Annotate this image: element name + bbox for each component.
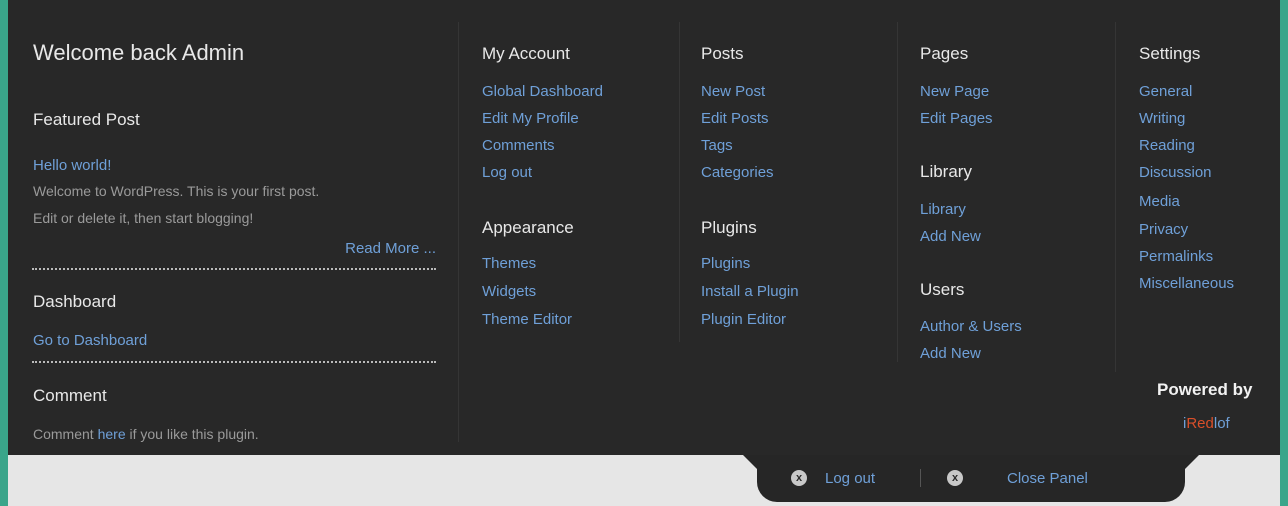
tab-logout-button[interactable]: x Log out [791, 465, 875, 491]
comment-here-link[interactable]: here [98, 426, 126, 442]
divider [32, 361, 436, 363]
powered-by-label: Powered by [1157, 380, 1253, 399]
dashboard-heading: Dashboard [33, 292, 117, 311]
brand-red: Red [1186, 415, 1214, 432]
admin-panel: Welcome back Admin Featured Post Hello w… [8, 0, 1280, 455]
comments-link[interactable]: Comments [482, 137, 555, 154]
plugins-link[interactable]: Plugins [701, 255, 750, 272]
pages-heading: Pages [920, 44, 969, 63]
discussion-link[interactable]: Discussion [1139, 164, 1212, 181]
close-panel-label: Close Panel [1007, 469, 1088, 487]
library-link[interactable]: Library [920, 201, 966, 218]
edit-pages-link[interactable]: Edit Pages [920, 110, 993, 127]
library-add-new-link[interactable]: Add New [920, 228, 981, 245]
read-more-link[interactable]: Read More ... [345, 240, 436, 257]
go-to-dashboard-link[interactable]: Go to Dashboard [33, 332, 147, 349]
categories-link[interactable]: Categories [701, 164, 774, 181]
plugins-heading: Plugins [701, 218, 757, 237]
iredlof-logo[interactable]: iRedlof [1183, 415, 1230, 432]
permalinks-link[interactable]: Permalinks [1139, 248, 1213, 265]
widgets-link[interactable]: Widgets [482, 283, 536, 300]
install-plugin-link[interactable]: Install a Plugin [701, 283, 799, 300]
author-users-link[interactable]: Author & Users [920, 318, 1022, 335]
column-separator [679, 22, 680, 342]
theme-editor-link[interactable]: Theme Editor [482, 311, 572, 328]
featured-excerpt-line2: Edit or delete it, then start blogging! [33, 210, 254, 226]
my-account-heading: My Account [482, 44, 570, 63]
featured-post-link[interactable]: Hello world! [33, 157, 111, 174]
welcome-title: Welcome back Admin [33, 40, 245, 65]
settings-heading: Settings [1139, 44, 1201, 63]
users-heading: Users [920, 280, 965, 299]
tab-logout-label: Log out [825, 469, 876, 487]
comment-text: Comment here if you like this plugin. [33, 426, 259, 442]
themes-link[interactable]: Themes [482, 255, 536, 272]
general-link[interactable]: General [1139, 83, 1192, 100]
media-link[interactable]: Media [1139, 193, 1180, 210]
column-separator [458, 22, 459, 442]
privacy-link[interactable]: Privacy [1139, 221, 1188, 238]
brand-lof: lof [1213, 415, 1230, 432]
comment-suffix: if you like this plugin. [125, 426, 259, 442]
appearance-heading: Appearance [482, 218, 574, 237]
column-separator [897, 22, 898, 362]
new-post-link[interactable]: New Post [701, 83, 765, 100]
column-separator [1115, 22, 1116, 372]
comment-prefix: Comment [33, 426, 98, 442]
divider [32, 268, 436, 270]
featured-excerpt-line1: Welcome to WordPress. This is your first… [33, 183, 320, 199]
comment-heading: Comment [33, 386, 107, 405]
posts-heading: Posts [701, 44, 744, 63]
users-add-new-link[interactable]: Add New [920, 345, 981, 362]
featured-post-heading: Featured Post [33, 110, 140, 129]
library-heading: Library [920, 162, 972, 181]
close-circle-icon: x [791, 470, 807, 486]
tags-link[interactable]: Tags [701, 137, 733, 154]
close-panel-button[interactable]: x Close Panel [947, 465, 1088, 491]
panel-tab: x Log out x Close Panel [757, 455, 1185, 502]
close-circle-icon: x [947, 470, 963, 486]
writing-link[interactable]: Writing [1139, 110, 1185, 127]
log-out-link[interactable]: Log out [482, 164, 532, 181]
global-dashboard-link[interactable]: Global Dashboard [482, 83, 603, 100]
edit-my-profile-link[interactable]: Edit My Profile [482, 110, 579, 127]
tab-divider [920, 469, 921, 487]
plugin-editor-link[interactable]: Plugin Editor [701, 311, 786, 328]
new-page-link[interactable]: New Page [920, 83, 989, 100]
miscellaneous-link[interactable]: Miscellaneous [1139, 275, 1234, 292]
reading-link[interactable]: Reading [1139, 137, 1195, 154]
edit-posts-link[interactable]: Edit Posts [701, 110, 769, 127]
